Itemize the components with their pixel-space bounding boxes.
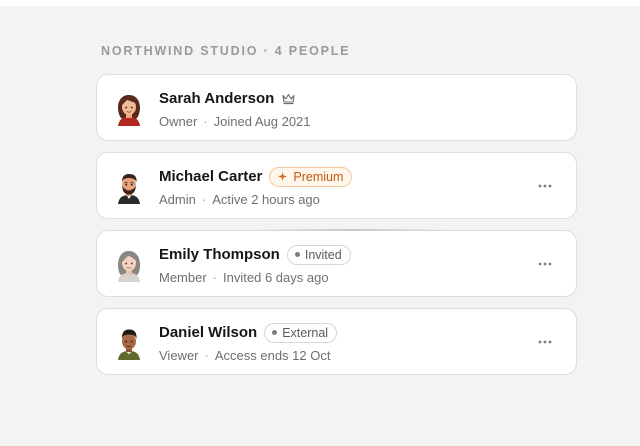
member-card-emily-thompson[interactable]: Emily Thompson Invited Member · Invited … [96,229,577,297]
member-name: Sarah Anderson [159,90,275,107]
member-card-daniel-wilson[interactable]: Daniel Wilson External Viewer · Access e… [96,308,577,375]
member-name: Emily Thompson [159,246,280,263]
member-meta: Owner · Joined Aug 2021 [159,114,311,129]
member-status: Access ends 12 Oct [214,347,331,363]
man-avatar-icon [111,324,147,360]
woman-avatar-icon [111,90,147,126]
sparkle-icon [277,171,288,182]
meta-separator: · [201,191,207,207]
bearded-man-avatar-icon [111,168,147,204]
member-role: Owner [159,113,198,129]
more-horizontal-icon[interactable] [536,177,554,195]
member-name-row: Sarah Anderson [159,87,311,111]
member-name-row: Michael Carter Premium [159,165,353,189]
member-role: Member [159,269,207,285]
member-status: Active 2 hours ago [212,191,320,207]
member-name-row: Daniel Wilson External [159,321,338,345]
more-horizontal-icon[interactable] [536,255,554,273]
member-info: Daniel Wilson External Viewer · Access e… [159,321,338,363]
status-dot [294,252,300,257]
member-status: Invited 6 days ago [223,269,329,285]
invited-badge: Invited [286,244,351,265]
premium-badge: Premium [269,166,353,187]
member-status: Joined Aug 2021 [213,113,311,129]
member-info: Emily Thompson Invited Member · Invited … [159,243,351,285]
team-header: NORTHWIND STUDIO · 4 PEOPLE [101,44,351,58]
member-info: Sarah Anderson Owner · Joined Aug 2021 [159,87,311,129]
top-strip [0,0,640,6]
meta-separator: · [212,269,218,285]
member-meta: Viewer · Access ends 12 Oct [159,348,337,363]
member-list: Sarah Anderson Owner · Joined Aug 2021 M… [96,74,577,375]
badge-label: External [282,325,329,340]
meta-separator: · [204,347,209,363]
member-role: Viewer [159,347,199,363]
member-role: Admin [159,191,196,207]
badge-label: Invited [304,247,342,262]
member-card-michael-carter[interactable]: Michael Carter Premium Admin · Active 2 … [96,152,577,219]
member-name: Daniel Wilson [159,324,258,341]
meta-separator: · [203,113,208,129]
external-badge: External [264,322,338,343]
member-name-row: Emily Thompson Invited [159,243,351,267]
more-horizontal-icon[interactable] [536,333,554,351]
badge-label: Premium [293,169,344,184]
member-meta: Admin · Active 2 hours ago [159,192,352,207]
crown-icon [281,92,296,105]
member-info: Michael Carter Premium Admin · Active 2 … [159,165,353,207]
member-meta: Member · Invited 6 days ago [159,270,351,285]
woman-avatar-icon [111,246,147,282]
team-members-panel: NORTHWIND STUDIO · 4 PEOPLE Sarah Anders… [96,42,577,386]
status-dot [272,330,278,335]
member-name: Michael Carter [159,168,263,185]
member-card-sarah-anderson[interactable]: Sarah Anderson Owner · Joined Aug 2021 [96,74,577,141]
